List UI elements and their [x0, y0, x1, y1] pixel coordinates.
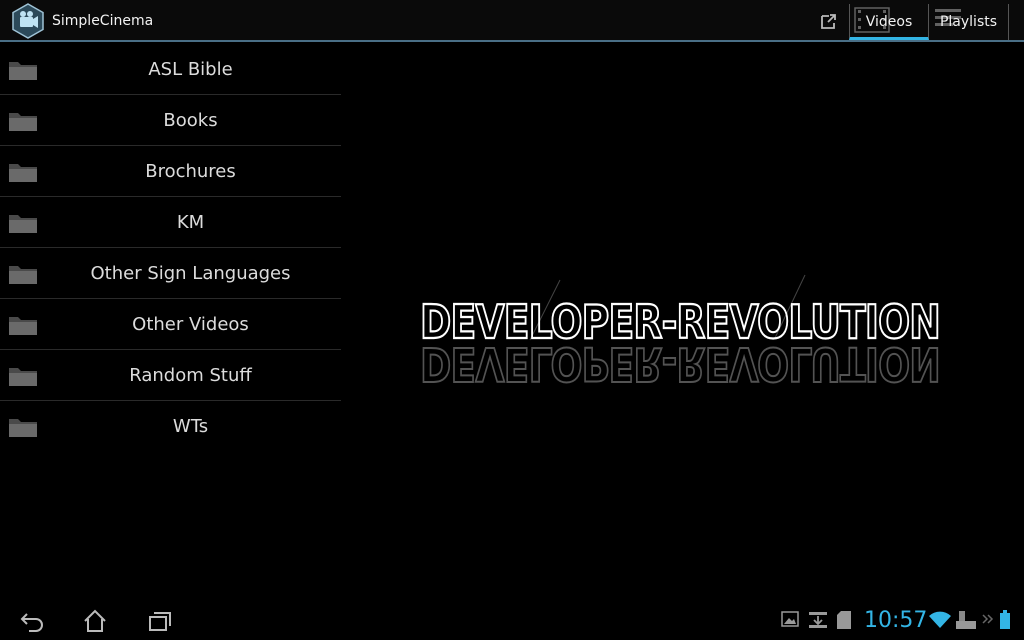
folder-icon	[9, 419, 37, 437]
folder-icon	[9, 215, 37, 233]
folder-label: Other Videos	[132, 314, 249, 335]
folder-label: Other Sign Languages	[90, 263, 291, 284]
recent-apps-button[interactable]	[137, 604, 183, 638]
folder-label: Brochures	[145, 161, 236, 182]
chevron-right-icon	[982, 614, 994, 624]
folder-icon	[9, 368, 37, 386]
folder-icon	[9, 113, 37, 131]
tab-playlists-label: Playlists	[939, 14, 998, 30]
home-icon	[84, 609, 106, 632]
sd-card-icon	[837, 611, 851, 629]
folder-icon	[9, 164, 37, 182]
back-icon	[20, 613, 43, 632]
system-bar: 10:57	[0, 600, 1024, 640]
folder-label: ASL Bible	[148, 59, 233, 80]
list-item[interactable]: Other Sign Languages	[0, 248, 341, 299]
developer-revolution-logo: DEVELOPER-REVOLUTION DEVELOPER-REVOLUTIO…	[410, 270, 950, 400]
list-item[interactable]: Books	[0, 95, 341, 146]
status-clock: 10:57	[864, 608, 928, 633]
share-icon	[821, 14, 836, 29]
recent-apps-icon	[149, 612, 171, 631]
list-item[interactable]: KM	[0, 197, 341, 248]
list-item[interactable]: ASL Bible	[0, 44, 341, 95]
home-button[interactable]	[72, 604, 118, 638]
logo-reflection: DEVELOPER-REVOLUTION	[420, 337, 940, 391]
app-title: SimpleCinema	[52, 13, 154, 29]
wifi-icon	[929, 611, 951, 628]
back-button[interactable]	[9, 604, 55, 638]
list-item[interactable]: Other Videos	[0, 299, 341, 350]
list-item[interactable]: WTs	[0, 401, 341, 452]
download-notification-icon	[809, 612, 827, 628]
folder-list: ASL Bible Books Brochures KM Other Sign …	[0, 44, 341, 452]
folder-icon	[9, 266, 37, 284]
share-button[interactable]	[812, 4, 846, 38]
battery-icon	[1000, 610, 1010, 629]
gallery-notification-icon	[781, 611, 799, 627]
tab-videos[interactable]: Videos	[849, 4, 929, 40]
screen: SimpleCinema Videos Playlists ASL Bible …	[0, 0, 1024, 640]
tab-playlists[interactable]: Playlists	[929, 4, 1009, 40]
list-item[interactable]: Random Stuff	[0, 350, 341, 401]
folder-icon	[9, 62, 37, 80]
folder-label: Books	[163, 110, 218, 131]
folder-icon	[9, 317, 37, 335]
action-bar: SimpleCinema Videos Playlists	[0, 0, 1024, 42]
folder-label: Random Stuff	[129, 365, 252, 386]
keyboard-dock-battery-icon	[956, 611, 976, 629]
app-icon[interactable]	[10, 3, 46, 39]
list-item[interactable]: Brochures	[0, 146, 341, 197]
tab-videos-label: Videos	[865, 14, 913, 30]
folder-label: KM	[176, 212, 205, 233]
folder-label: WTs	[172, 416, 209, 437]
